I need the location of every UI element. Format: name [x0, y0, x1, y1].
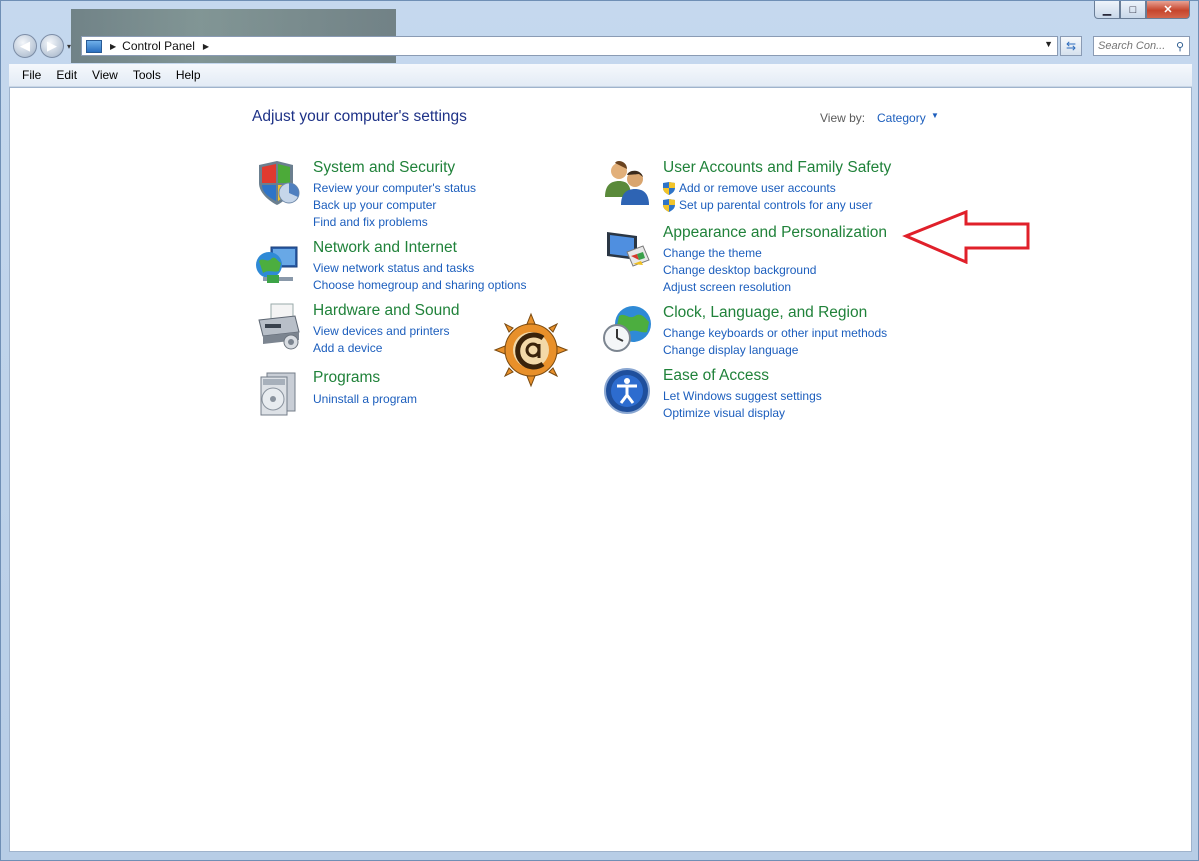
- category-title[interactable]: Hardware and Sound: [313, 302, 460, 320]
- menu-file[interactable]: File: [20, 68, 43, 82]
- link-homegroup-sharing[interactable]: Choose homegroup and sharing options: [313, 277, 526, 294]
- uac-shield-icon: [663, 182, 675, 195]
- address-bar[interactable]: ▶ Control Panel ▶ ▼: [81, 36, 1058, 56]
- printer-icon[interactable]: [253, 302, 301, 350]
- programs-icon[interactable]: [253, 369, 301, 417]
- link-display-language[interactable]: Change display language: [663, 342, 887, 359]
- link-desktop-background[interactable]: Change desktop background: [663, 262, 816, 279]
- menu-tools[interactable]: Tools: [131, 68, 163, 82]
- category-title[interactable]: Ease of Access: [663, 367, 769, 385]
- category-title[interactable]: Appearance and Personalization: [663, 224, 887, 242]
- link-label: Set up parental controls for any user: [679, 198, 873, 212]
- menu-edit[interactable]: Edit: [54, 68, 79, 82]
- menu-view[interactable]: View: [90, 68, 120, 82]
- link-add-device[interactable]: Add a device: [313, 340, 450, 357]
- category-title[interactable]: System and Security: [313, 159, 455, 177]
- uac-shield-icon: [663, 199, 675, 212]
- back-arrow-icon: ◀: [20, 38, 30, 53]
- link-parental-controls[interactable]: Set up parental controls for any user: [663, 197, 872, 214]
- close-button[interactable]: ✕: [1146, 1, 1190, 19]
- link-find-fix-problems[interactable]: Find and fix problems: [313, 214, 476, 231]
- refresh-icon: ⇆: [1065, 39, 1077, 53]
- ease-of-access-icon[interactable]: [603, 367, 651, 415]
- search-input[interactable]: [1094, 40, 1176, 52]
- control-panel-window: ▁ □ ✕ ◀ ▶ ▾ ▶ Control Panel ▶ ▼ ⇆ ⚲ File…: [0, 0, 1199, 861]
- refresh-button[interactable]: ⇆: [1060, 36, 1082, 56]
- sun-logo-icon: [493, 312, 569, 388]
- navigation-buttons: ◀ ▶ ▾: [13, 34, 77, 58]
- link-network-status[interactable]: View network status and tasks: [313, 260, 526, 277]
- category-title[interactable]: Clock, Language, and Region: [663, 304, 867, 322]
- menu-bar: File Edit View Tools Help: [9, 64, 1192, 87]
- link-review-status[interactable]: Review your computer's status: [313, 180, 476, 197]
- category-title[interactable]: User Accounts and Family Safety: [663, 159, 891, 177]
- link-change-theme[interactable]: Change the theme: [663, 245, 816, 262]
- minimize-button[interactable]: ▁: [1094, 1, 1120, 19]
- red-arrow-annotation: [902, 210, 1030, 264]
- content-area: Adjust your computer's settings View by:…: [9, 87, 1192, 852]
- chevron-down-icon[interactable]: ▼: [931, 111, 939, 120]
- search-box[interactable]: ⚲: [1093, 36, 1190, 56]
- link-screen-resolution[interactable]: Adjust screen resolution: [663, 279, 816, 296]
- back-button[interactable]: ◀: [13, 34, 37, 58]
- category-title[interactable]: Network and Internet: [313, 239, 457, 257]
- link-back-up[interactable]: Back up your computer: [313, 197, 476, 214]
- link-change-keyboards[interactable]: Change keyboards or other input methods: [663, 325, 887, 342]
- view-by-label: View by:: [820, 111, 866, 125]
- security-shield-icon[interactable]: [253, 159, 301, 207]
- breadcrumb-control-panel[interactable]: Control Panel: [122, 39, 195, 53]
- breadcrumb-arrow-icon[interactable]: ▶: [110, 42, 116, 51]
- forward-arrow-icon: ▶: [47, 38, 57, 53]
- clock-globe-icon[interactable]: [603, 304, 651, 352]
- recent-pages-dropdown[interactable]: ▾: [67, 34, 77, 58]
- display-paint-icon[interactable]: [603, 224, 651, 272]
- search-icon[interactable]: ⚲: [1176, 40, 1184, 53]
- category-title[interactable]: Programs: [313, 369, 380, 387]
- link-windows-suggest-settings[interactable]: Let Windows suggest settings: [663, 388, 822, 405]
- caption-buttons: ▁ □ ✕: [1094, 1, 1190, 19]
- link-uninstall-program[interactable]: Uninstall a program: [313, 391, 417, 408]
- users-icon[interactable]: [603, 159, 651, 207]
- page-title: Adjust your computer's settings: [252, 108, 467, 125]
- link-label: Add or remove user accounts: [679, 181, 836, 195]
- link-add-remove-accounts[interactable]: Add or remove user accounts: [663, 180, 872, 197]
- menu-help[interactable]: Help: [174, 68, 203, 82]
- address-dropdown-icon[interactable]: ▼: [1044, 39, 1053, 49]
- network-globe-icon[interactable]: [253, 239, 301, 287]
- view-by-dropdown[interactable]: Category: [877, 111, 926, 125]
- link-devices-printers[interactable]: View devices and printers: [313, 323, 450, 340]
- control-panel-icon: [86, 39, 102, 53]
- breadcrumb-arrow-icon[interactable]: ▶: [203, 42, 209, 51]
- link-optimize-visual-display[interactable]: Optimize visual display: [663, 405, 822, 422]
- maximize-button[interactable]: □: [1120, 1, 1146, 19]
- forward-button[interactable]: ▶: [40, 34, 64, 58]
